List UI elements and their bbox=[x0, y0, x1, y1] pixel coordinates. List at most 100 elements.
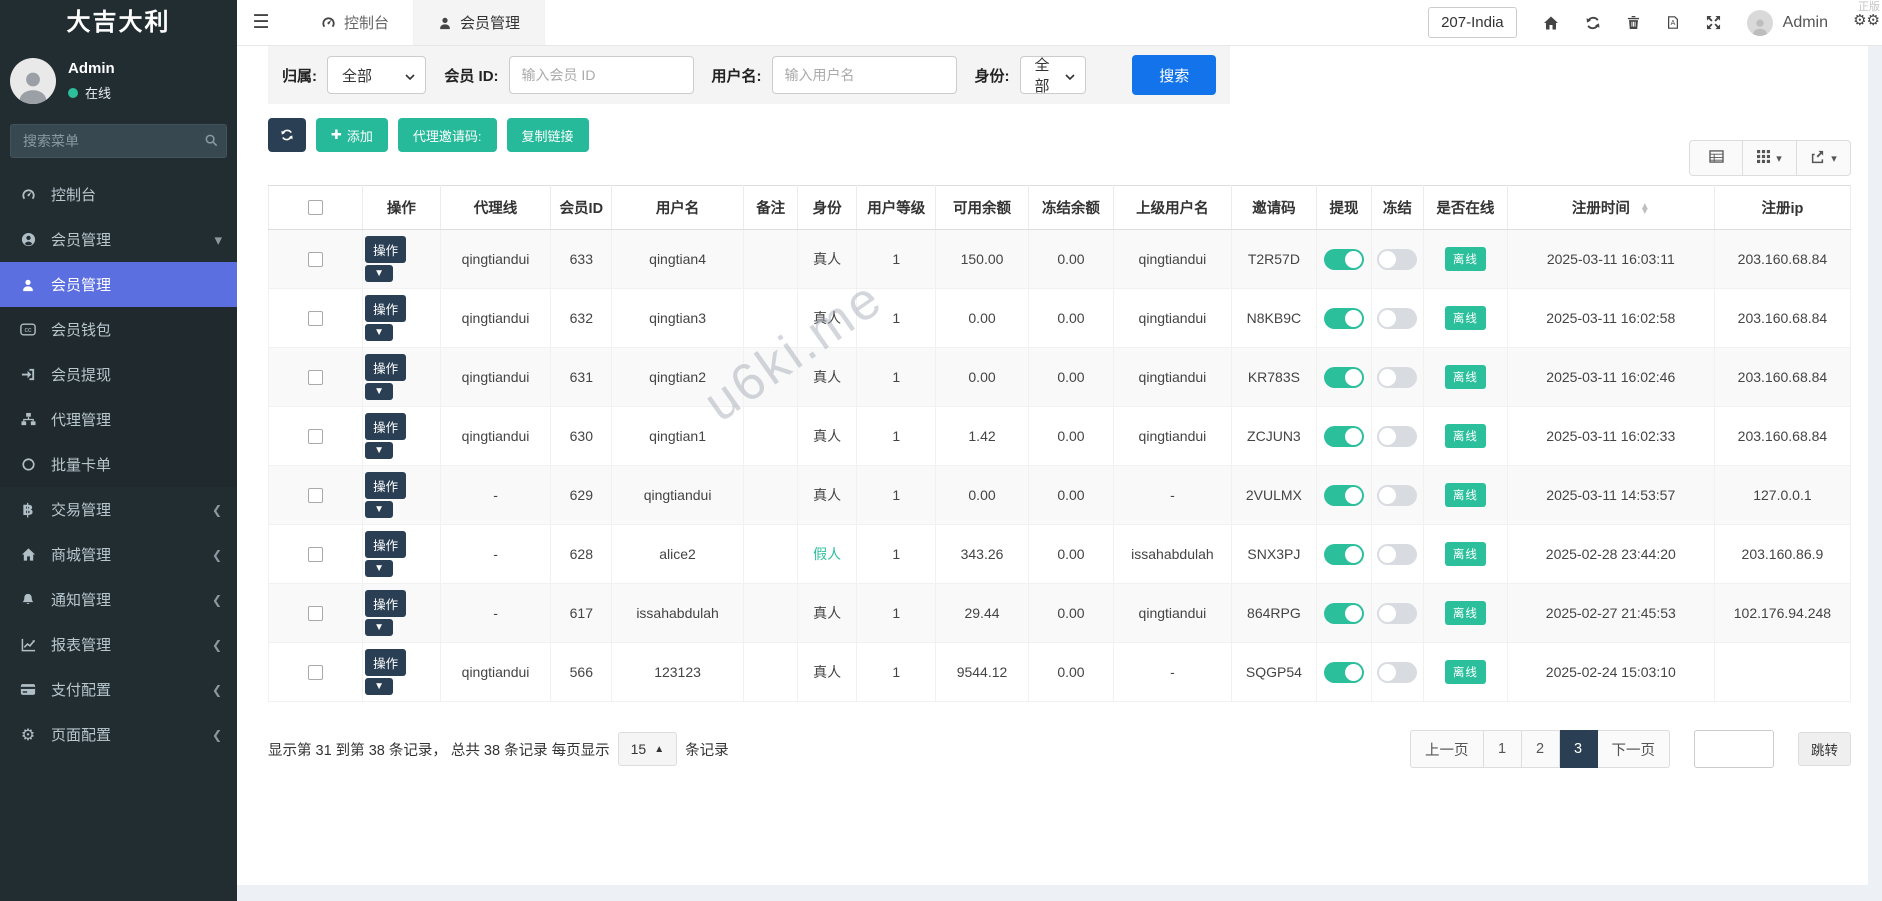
freeze-toggle[interactable] bbox=[1377, 426, 1417, 447]
freeze-toggle[interactable] bbox=[1377, 367, 1417, 388]
freeze-toggle[interactable] bbox=[1377, 544, 1417, 565]
sort-icon[interactable]: ▲▼ bbox=[1640, 204, 1650, 215]
identity-select[interactable]: 全部 bbox=[1020, 56, 1087, 94]
action-caret-button[interactable]: ▼ bbox=[365, 383, 393, 400]
search-button[interactable]: 搜索 bbox=[1132, 55, 1216, 95]
username-cell: qingtian1 bbox=[612, 407, 744, 466]
trash-icon[interactable] bbox=[1627, 15, 1640, 30]
online-status-badge: 离线 bbox=[1445, 424, 1486, 448]
freeze-toggle[interactable] bbox=[1377, 308, 1417, 329]
action-button[interactable]: 操作 bbox=[365, 295, 406, 322]
tab-member-mgmt[interactable]: 会员管理 bbox=[414, 0, 545, 45]
withdraw-toggle[interactable] bbox=[1324, 308, 1364, 329]
freeze-toggle[interactable] bbox=[1377, 249, 1417, 270]
row-checkbox[interactable] bbox=[308, 370, 323, 385]
withdraw-toggle[interactable] bbox=[1324, 485, 1364, 506]
jump-page-input[interactable] bbox=[1694, 730, 1774, 768]
freeze-toggle[interactable] bbox=[1377, 662, 1417, 683]
freeze-toggle[interactable] bbox=[1377, 603, 1417, 624]
sidebar-item-label: 报表管理 bbox=[51, 634, 212, 655]
withdraw-toggle[interactable] bbox=[1324, 544, 1364, 565]
refresh-table-button[interactable] bbox=[268, 118, 306, 152]
page-button-3[interactable]: 3 bbox=[1560, 730, 1598, 768]
copy-link-button[interactable]: 复制链接 bbox=[507, 118, 589, 152]
row-checkbox[interactable] bbox=[308, 665, 323, 680]
tab-dashboard[interactable]: 控制台 bbox=[297, 0, 414, 45]
sidebar-item-notice-mgmt[interactable]: 通知管理❮ bbox=[0, 577, 237, 622]
member-id-cell: 630 bbox=[551, 407, 612, 466]
toggle-pagination-button[interactable] bbox=[1689, 140, 1743, 176]
row-checkbox[interactable] bbox=[308, 606, 323, 621]
row-checkbox[interactable] bbox=[308, 547, 323, 562]
member-id-input[interactable] bbox=[509, 56, 694, 94]
action-caret-button[interactable]: ▼ bbox=[365, 678, 393, 695]
withdraw-toggle[interactable] bbox=[1324, 367, 1364, 388]
sidebar-item-member-withdraw[interactable]: 会员提现 bbox=[0, 352, 237, 397]
prev-page-button[interactable]: 上一页 bbox=[1410, 730, 1484, 768]
sidebar-item-member-parent[interactable]: 会员管理▾ bbox=[0, 217, 237, 262]
col-header-online: 是否在线 bbox=[1424, 186, 1508, 230]
page-button-1[interactable]: 1 bbox=[1484, 730, 1522, 768]
row-checkbox[interactable] bbox=[308, 488, 323, 503]
level-cell: 1 bbox=[856, 230, 936, 289]
sidebar-item-page-config[interactable]: ⚙页面配置❮ bbox=[0, 712, 237, 757]
home-icon[interactable] bbox=[1543, 15, 1559, 31]
export-button[interactable]: ▾ bbox=[1797, 140, 1851, 176]
action-button[interactable]: 操作 bbox=[365, 590, 406, 617]
sidebar-item-agent-mgmt[interactable]: 代理管理 bbox=[0, 397, 237, 442]
withdraw-toggle[interactable] bbox=[1324, 249, 1364, 270]
sidebar-search-input[interactable] bbox=[10, 124, 227, 158]
sidebar-item-pay-config[interactable]: 支付配置❮ bbox=[0, 667, 237, 712]
row-checkbox[interactable] bbox=[308, 429, 323, 444]
identity-select-value: 全部 bbox=[1035, 54, 1056, 96]
search-icon[interactable] bbox=[204, 133, 218, 150]
action-caret-button[interactable]: ▼ bbox=[365, 442, 393, 459]
online-status-cell: 离线 bbox=[1424, 525, 1508, 584]
page-button-2[interactable]: 2 bbox=[1522, 730, 1560, 768]
hamburger-icon[interactable]: ☰ bbox=[237, 0, 285, 45]
jump-button[interactable]: 跳转 bbox=[1798, 732, 1851, 766]
row-checkbox[interactable] bbox=[308, 311, 323, 326]
action-button[interactable]: 操作 bbox=[365, 531, 406, 558]
sidebar-item-batch-card[interactable]: 批量卡单 bbox=[0, 442, 237, 487]
region-badge[interactable]: 207-India bbox=[1428, 7, 1517, 38]
columns-button[interactable]: ▾ bbox=[1743, 140, 1797, 176]
sidebar-item-report-mgmt[interactable]: 报表管理❮ bbox=[0, 622, 237, 667]
username-input[interactable] bbox=[772, 56, 957, 94]
select-all-checkbox[interactable] bbox=[308, 200, 323, 215]
row-checkbox[interactable] bbox=[308, 252, 323, 267]
page-size-select[interactable]: 15 ▲ bbox=[618, 732, 677, 766]
sidebar-item-member-mgmt[interactable]: 会员管理 bbox=[0, 262, 237, 307]
add-button[interactable]: ✚添加 bbox=[316, 118, 388, 152]
action-button[interactable]: 操作 bbox=[365, 413, 406, 440]
agent-invite-button[interactable]: 代理邀请码: bbox=[398, 118, 497, 152]
sidebar-item-mall-mgmt[interactable]: 商城管理❮ bbox=[0, 532, 237, 577]
col-header-reg-time[interactable]: 注册时间▲▼ bbox=[1507, 186, 1714, 230]
action-caret-button[interactable]: ▼ bbox=[365, 619, 393, 636]
action-button[interactable]: 操作 bbox=[365, 354, 406, 381]
action-dropdown: 操作 ▼ bbox=[363, 590, 439, 636]
action-button[interactable]: 操作 bbox=[365, 472, 406, 499]
owner-select[interactable]: 全部 bbox=[327, 56, 426, 94]
next-page-button[interactable]: 下一页 bbox=[1598, 730, 1671, 768]
action-button[interactable]: 操作 bbox=[365, 236, 406, 263]
withdraw-toggle[interactable] bbox=[1324, 426, 1364, 447]
balance-cell: 0.00 bbox=[936, 466, 1028, 525]
withdraw-toggle[interactable] bbox=[1324, 603, 1364, 624]
gears-icon[interactable]: ⚙⚙ bbox=[1853, 13, 1880, 30]
navbar-user[interactable]: Admin bbox=[1747, 10, 1828, 36]
sidebar-item-member-wallet[interactable]: cc会员钱包 bbox=[0, 307, 237, 352]
withdraw-toggle[interactable] bbox=[1324, 662, 1364, 683]
member-id-cell: 629 bbox=[551, 466, 612, 525]
sidebar-item-dashboard[interactable]: 控制台 bbox=[0, 172, 237, 217]
sidebar-item-trade-mgmt[interactable]: ฿交易管理❮ bbox=[0, 487, 237, 532]
action-caret-button[interactable]: ▼ bbox=[365, 324, 393, 341]
action-caret-button[interactable]: ▼ bbox=[365, 560, 393, 577]
action-button[interactable]: 操作 bbox=[365, 649, 406, 676]
refresh-icon[interactable] bbox=[1585, 15, 1601, 31]
fullscreen-icon[interactable] bbox=[1706, 15, 1721, 30]
action-caret-button[interactable]: ▼ bbox=[365, 265, 393, 282]
freeze-toggle[interactable] bbox=[1377, 485, 1417, 506]
action-caret-button[interactable]: ▼ bbox=[365, 501, 393, 518]
translate-icon[interactable]: A bbox=[1666, 15, 1680, 30]
